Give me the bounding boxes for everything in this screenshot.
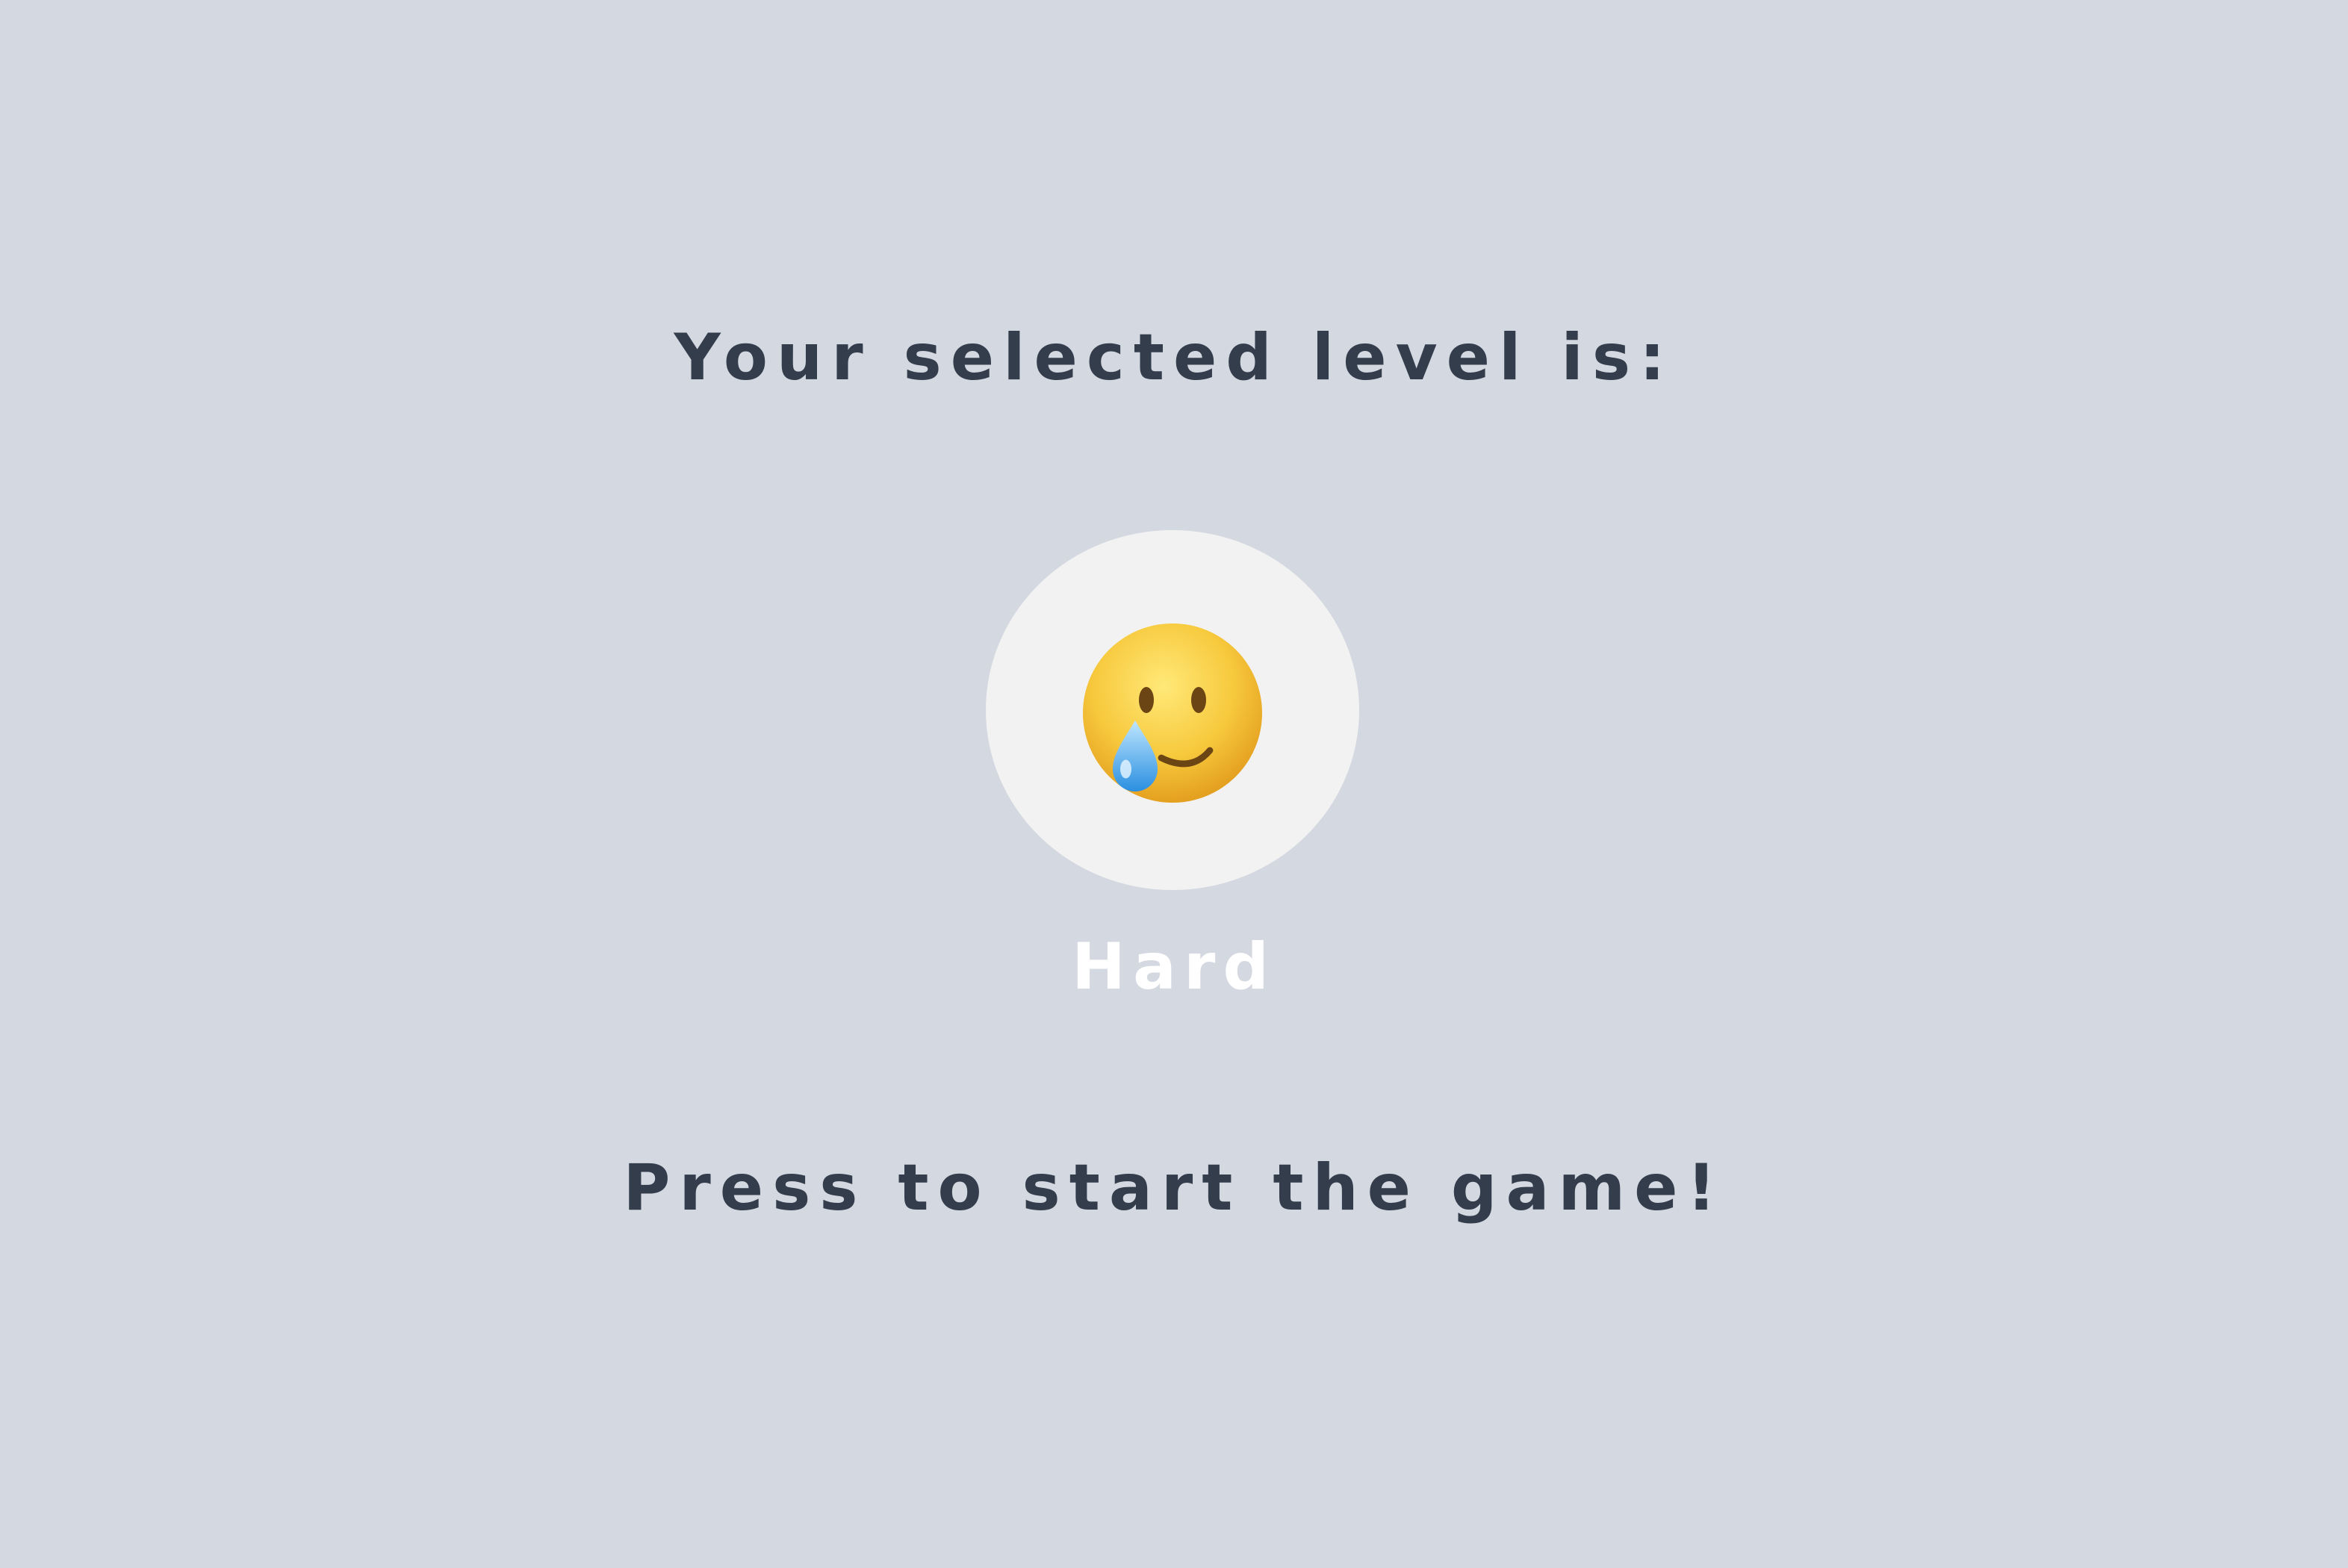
smiling-face-with-tear-icon bbox=[1083, 623, 1262, 803]
level-title: Your selected level is: bbox=[674, 320, 1674, 395]
start-game-button[interactable]: Press to start the game! bbox=[0, 1156, 2348, 1220]
level-name: Hard bbox=[1072, 930, 1276, 1004]
level-badge bbox=[986, 530, 1359, 890]
